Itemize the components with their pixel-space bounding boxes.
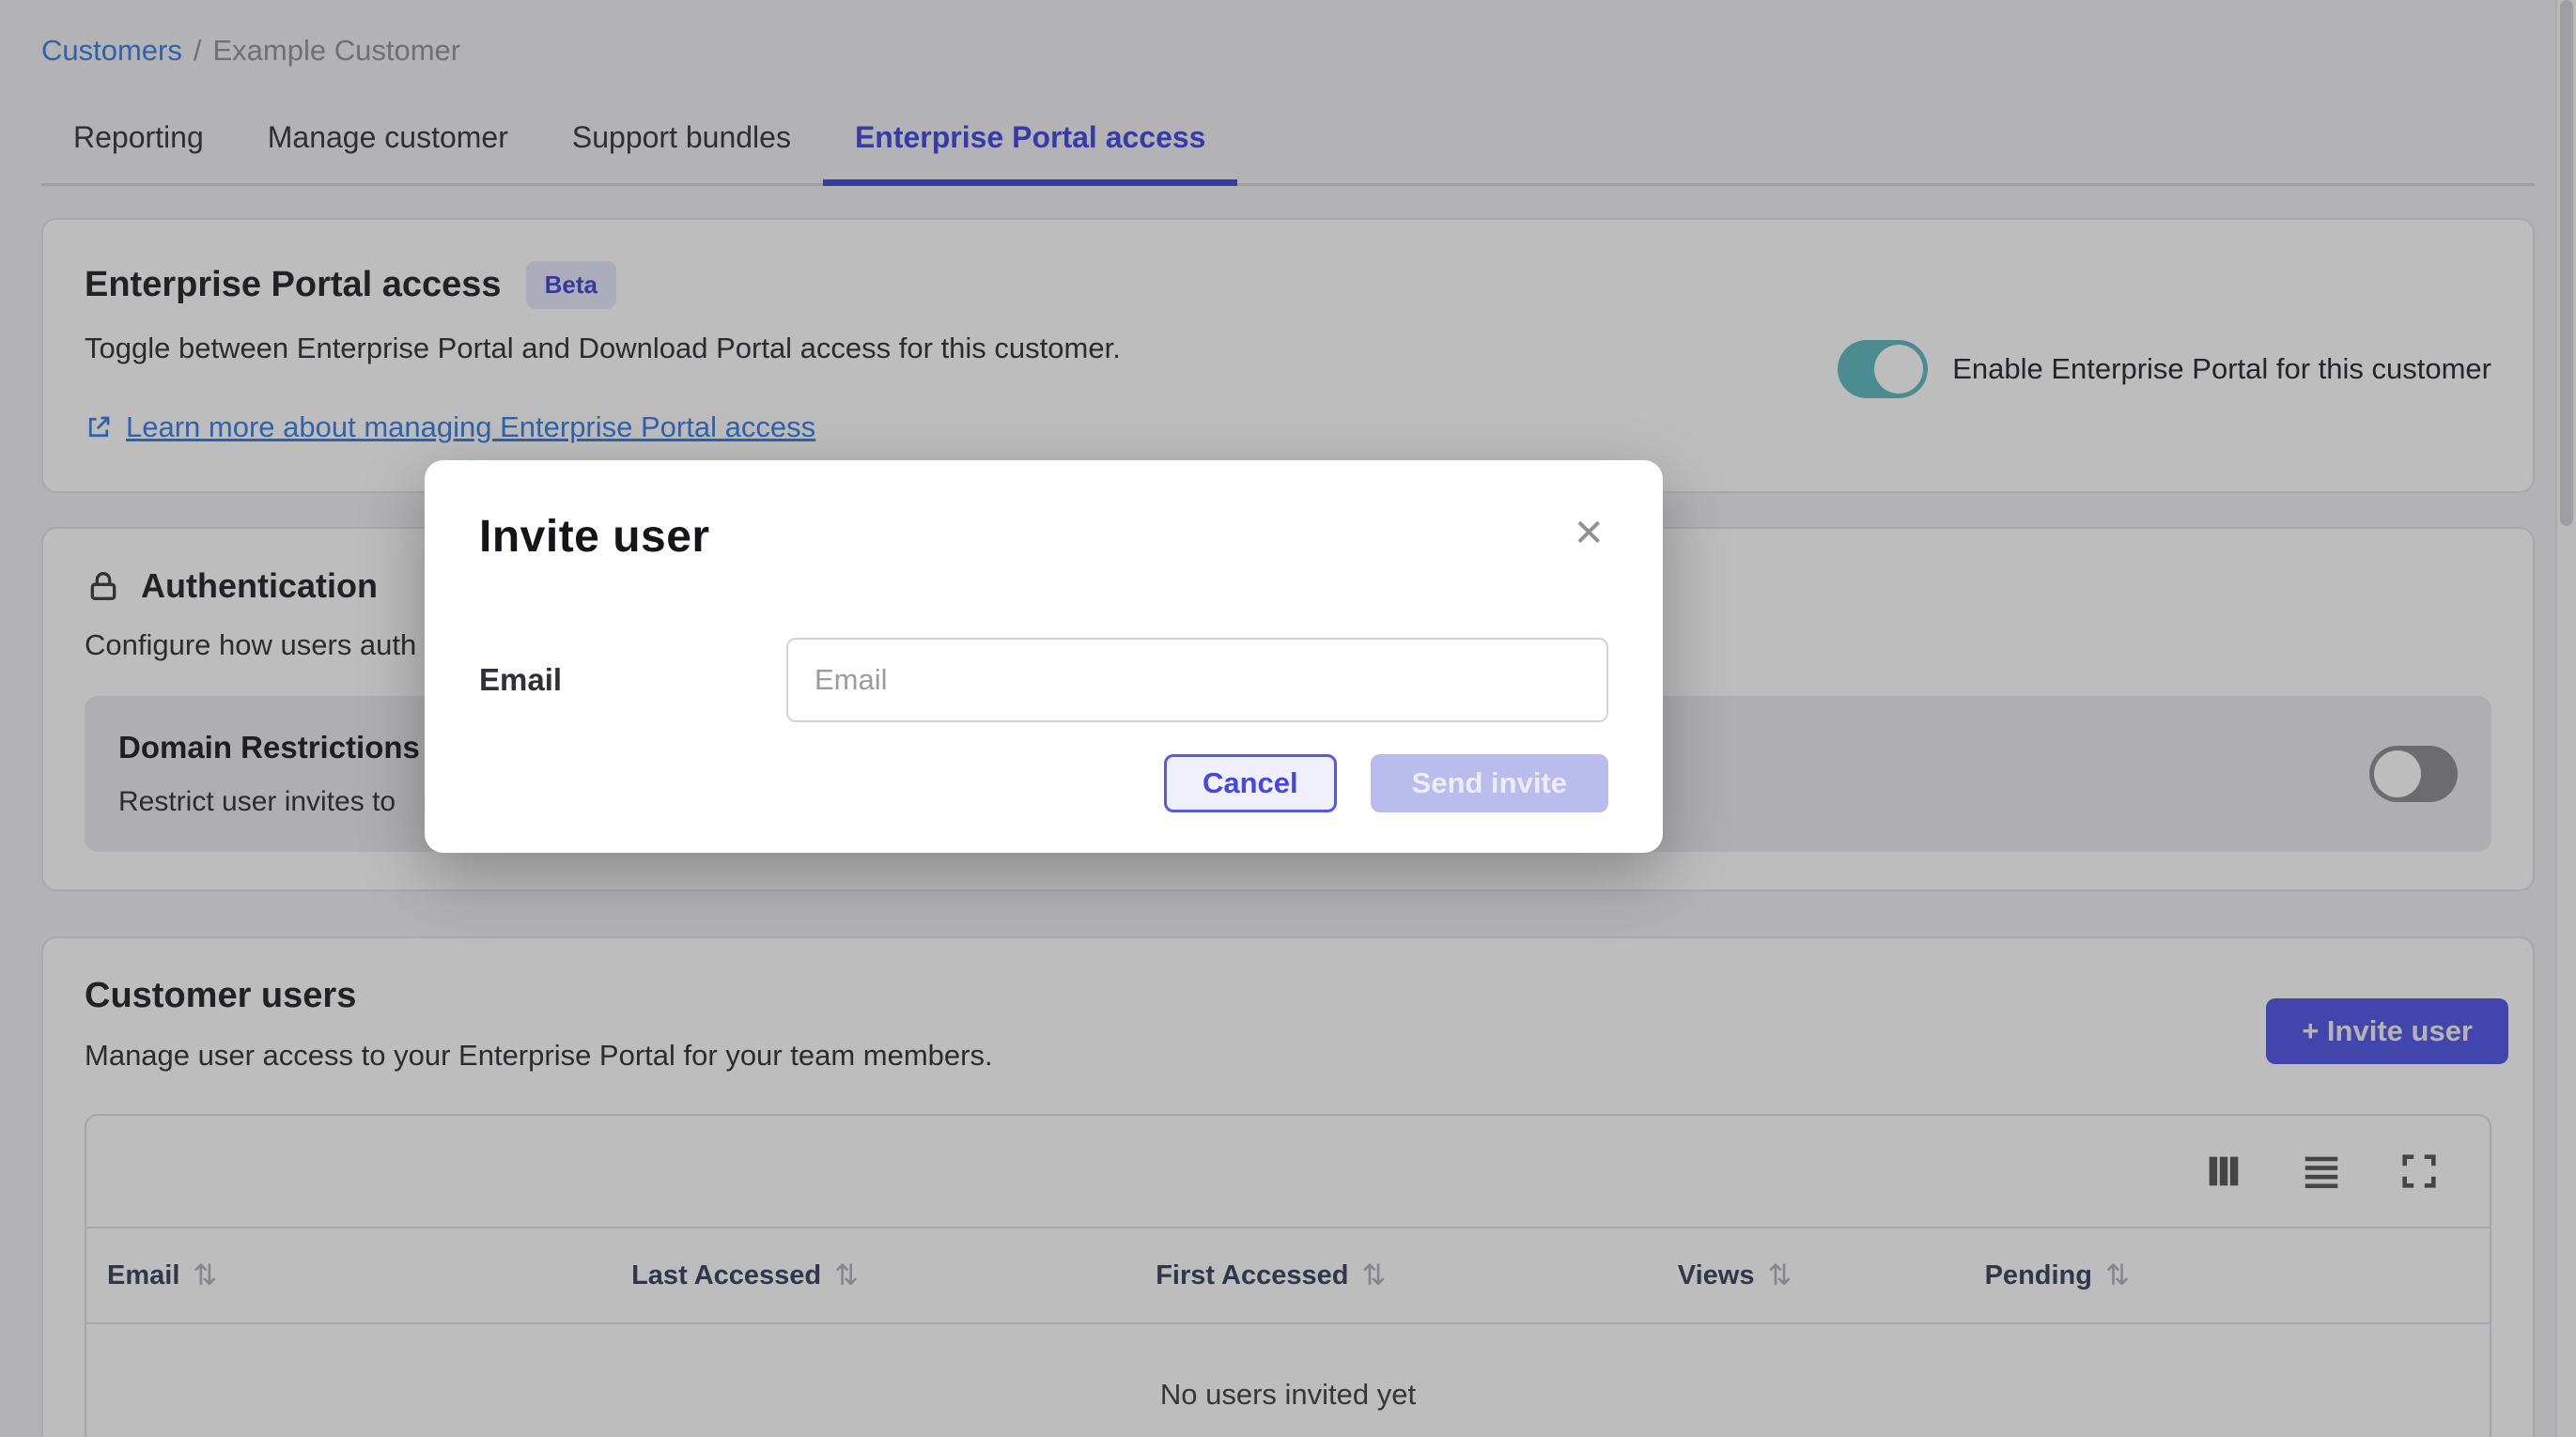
email-label: Email: [479, 662, 786, 698]
invite-user-modal: Invite user ✕ Email Cancel Send invite: [425, 460, 1663, 853]
send-invite-button[interactable]: Send invite: [1371, 754, 1608, 812]
email-field[interactable]: [786, 638, 1608, 722]
close-icon[interactable]: ✕: [1569, 511, 1608, 556]
cancel-button[interactable]: Cancel: [1164, 754, 1337, 812]
modal-title: Invite user: [479, 511, 710, 563]
